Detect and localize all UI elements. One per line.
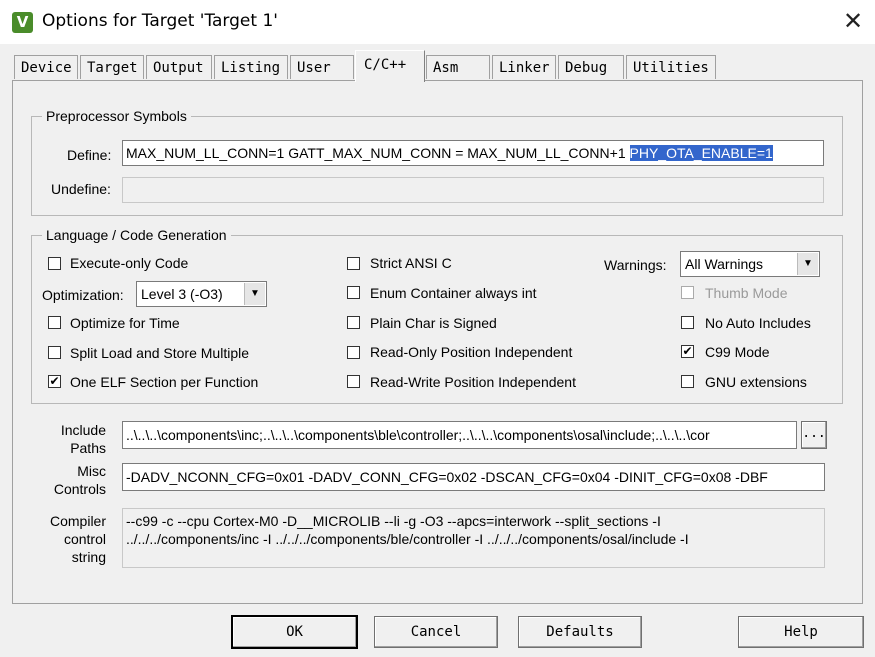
undefine-input[interactable] [122,177,824,203]
execute-only-checkbox[interactable] [48,257,61,270]
uvision-icon: V [12,12,33,33]
one-elf-label: One ELF Section per Function [70,374,259,390]
enum-container-checkbox[interactable] [347,286,360,299]
warnings-label: Warnings: [604,257,667,273]
close-icon[interactable]: ✕ [838,6,868,36]
tab-debug[interactable]: Debug [558,55,624,79]
optimization-value: Level 3 (-O3) [141,286,223,302]
gnu-extensions-checkbox[interactable] [681,375,694,388]
include-paths-label: Include Paths [40,421,106,457]
thumb-mode-checkbox[interactable] [681,286,694,299]
tab-target[interactable]: Target [80,55,144,79]
tab-device[interactable]: Device [14,55,78,79]
rw-position-checkbox[interactable] [347,375,360,388]
preprocessor-group-label: Preprocessor Symbols [42,108,191,124]
undefine-label-text: Undefine: [51,181,111,197]
define-input[interactable]: MAX_NUM_LL_CONN=1 GATT_MAX_NUM_CONN = MA… [122,140,824,166]
language-group-label: Language / Code Generation [42,227,231,243]
misc-label-line2: Controls [53,481,106,497]
chevron-down-icon: ▼ [244,283,265,305]
warnings-select[interactable]: All Warnings ▼ [680,251,820,277]
split-load-checkbox[interactable] [48,346,61,359]
plain-char-checkbox[interactable] [347,316,360,329]
ro-position-label: Read-Only Position Independent [370,344,573,360]
chevron-down-icon: ▼ [797,253,818,275]
compiler-line-2: ../../../components/inc -I ../../../comp… [126,531,689,547]
strict-ansi-checkbox[interactable] [347,257,360,270]
tab-linker[interactable]: Linker [492,55,556,79]
tab-listing[interactable]: Listing [214,55,288,79]
cancel-button[interactable]: Cancel [374,616,498,648]
optimize-time-label: Optimize for Time [70,315,180,331]
compiler-control-string[interactable]: --c99 -c --cpu Cortex-M0 -D__MICROLIB --… [122,508,825,568]
no-auto-includes-label: No Auto Includes [705,315,811,331]
ro-position-checkbox[interactable] [347,346,360,359]
gnu-extensions-label: GNU extensions [705,374,807,390]
tab-utilities[interactable]: Utilities [626,55,716,79]
rw-position-label: Read-Write Position Independent [370,374,576,390]
plain-char-label: Plain Char is Signed [370,315,497,331]
one-elf-checkbox[interactable]: ✔ [48,375,61,388]
compiler-label-line1: Compiler [49,513,106,529]
undefine-label: Undefine: [51,181,111,197]
compiler-label-line3: string [71,549,106,565]
define-selected-text: PHY_OTA_ENABLE=1 [629,145,773,161]
help-button[interactable]: Help [738,616,864,648]
ok-button[interactable]: OK [231,615,358,649]
browse-include-button[interactable]: ... [801,421,827,449]
defaults-button[interactable]: Defaults [518,616,642,648]
c99-mode-label: C99 Mode [705,344,770,360]
misc-label-line1: Misc [77,463,106,479]
tab-asm[interactable]: Asm [426,55,490,79]
misc-controls-input[interactable]: -DADV_NCONN_CFG=0x01 -DADV_CONN_CFG=0x02… [122,463,825,491]
c99-mode-checkbox[interactable]: ✔ [681,345,694,358]
misc-controls-label: Misc Controls [40,462,106,498]
window-title: Options for Target 'Target 1' [42,11,278,31]
tab-c-cpp[interactable]: C/C++ [355,50,425,82]
no-auto-includes-checkbox[interactable] [681,316,694,329]
define-label: Define: [67,147,111,163]
warnings-value: All Warnings [685,256,764,272]
execute-only-label: Execute-only Code [70,255,189,271]
include-label-line2: Paths [70,440,106,456]
enum-container-label: Enum Container always int [370,285,537,301]
optimization-select[interactable]: Level 3 (-O3) ▼ [136,281,267,307]
define-label-text: Define: [67,147,112,163]
compiler-control-label: Compiler control string [40,512,106,566]
define-value: MAX_NUM_LL_CONN=1 GATT_MAX_NUM_CONN = MA… [126,145,630,161]
tab-output[interactable]: Output [146,55,212,79]
include-label-line1: Include [60,422,106,438]
compiler-line-1: --c99 -c --cpu Cortex-M0 -D__MICROLIB --… [126,513,661,529]
split-load-label: Split Load and Store Multiple [70,345,249,361]
thumb-mode-label: Thumb Mode [705,285,788,301]
include-paths-input[interactable]: ..\..\..\components\inc;..\..\..\compone… [122,421,797,449]
tab-user[interactable]: User [290,55,354,79]
strict-ansi-label: Strict ANSI C [370,255,452,271]
compiler-label-line2: control [63,531,106,547]
optimization-label: Optimization: [42,287,124,303]
optimize-time-checkbox[interactable] [48,316,61,329]
logo-letter: V [16,13,29,31]
